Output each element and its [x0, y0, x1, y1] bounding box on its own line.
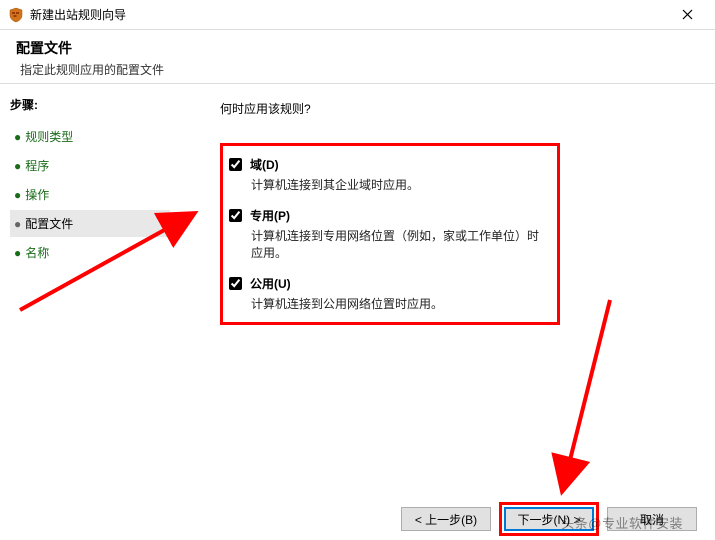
option-public: 公用(U) 计算机连接到公用网络位置时应用。: [229, 275, 547, 312]
step-label: 名称: [25, 246, 49, 260]
checkbox-domain[interactable]: [229, 158, 242, 171]
steps-heading: 步骤:: [10, 96, 170, 113]
option-desc: 计算机连接到公用网络位置时应用。: [251, 295, 547, 312]
step-rule-type[interactable]: ●规则类型: [10, 123, 170, 150]
option-desc: 计算机连接到其企业域时应用。: [251, 176, 547, 193]
option-label: 公用(U): [250, 275, 291, 292]
page-subtitle: 指定此规则应用的配置文件: [16, 61, 699, 78]
wizard-footer: < 上一步(B) 下一步(N) > 取消: [0, 498, 715, 540]
back-button[interactable]: < 上一步(B): [401, 507, 491, 531]
page-title: 配置文件: [16, 38, 699, 58]
step-profile[interactable]: ●配置文件: [10, 210, 170, 237]
close-icon: [682, 9, 693, 20]
checkbox-private[interactable]: [229, 209, 242, 222]
window-title: 新建出站规则向导: [30, 6, 667, 23]
option-desc: 计算机连接到专用网络位置（例如，家或工作单位）时应用。: [251, 227, 547, 261]
firewall-icon: [8, 7, 24, 23]
checkbox-public[interactable]: [229, 277, 242, 290]
steps-list: ●规则类型 ●程序 ●操作 ●配置文件 ●名称: [10, 123, 170, 266]
next-button[interactable]: 下一步(N) >: [504, 507, 594, 531]
step-label: 规则类型: [25, 130, 73, 144]
step-label: 程序: [25, 159, 49, 173]
step-label: 操作: [25, 188, 49, 202]
wizard-header: 配置文件 指定此规则应用的配置文件: [0, 30, 715, 84]
option-domain: 域(D) 计算机连接到其企业域时应用。: [229, 156, 547, 193]
cancel-button[interactable]: 取消: [607, 507, 697, 531]
option-label: 域(D): [250, 156, 279, 173]
wizard-sidebar: 步骤: ●规则类型 ●程序 ●操作 ●配置文件 ●名称: [0, 84, 180, 498]
titlebar: 新建出站规则向导: [0, 0, 715, 30]
profile-question: 何时应用该规则?: [220, 100, 691, 117]
next-button-highlight: 下一步(N) >: [499, 502, 599, 536]
profile-options-group: 域(D) 计算机连接到其企业域时应用。 专用(P) 计算机连接到专用网络位置（例…: [220, 143, 560, 325]
option-private: 专用(P) 计算机连接到专用网络位置（例如，家或工作单位）时应用。: [229, 207, 547, 261]
step-action[interactable]: ●操作: [10, 181, 170, 208]
option-label: 专用(P): [250, 207, 290, 224]
step-name[interactable]: ●名称: [10, 239, 170, 266]
close-button[interactable]: [667, 1, 707, 29]
step-label: 配置文件: [25, 217, 73, 231]
wizard-content: 何时应用该规则? 域(D) 计算机连接到其企业域时应用。 专用(P) 计算机连接…: [180, 84, 715, 498]
step-program[interactable]: ●程序: [10, 152, 170, 179]
